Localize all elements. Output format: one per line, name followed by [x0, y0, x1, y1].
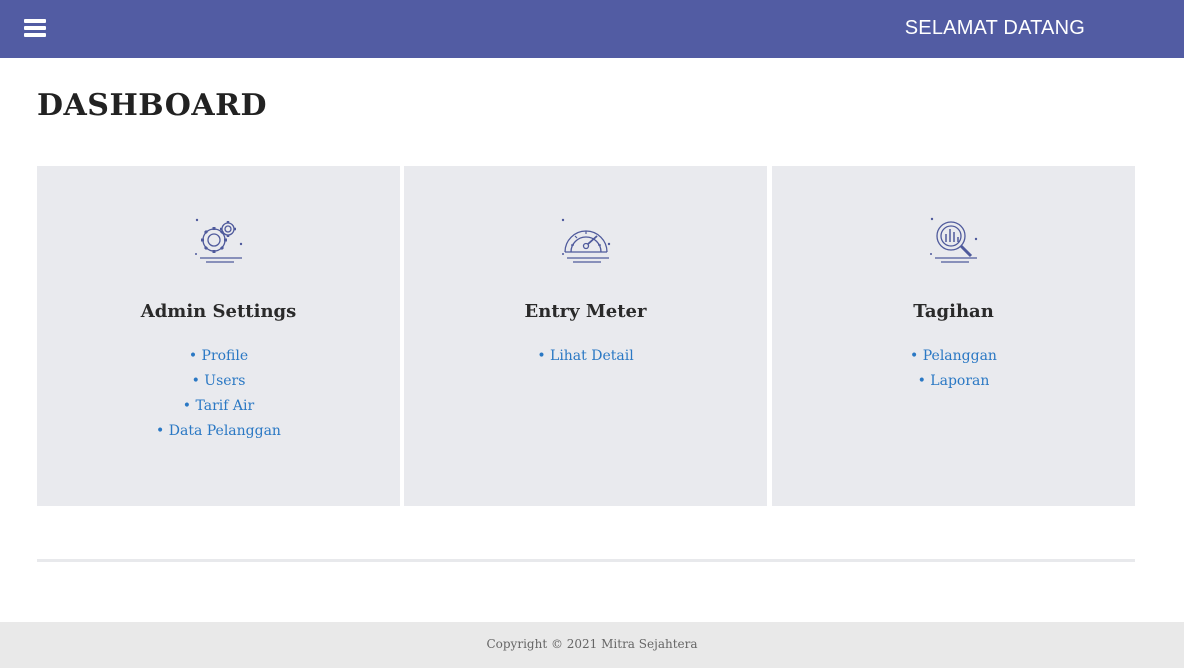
tagihan-links: • Pelanggan • Laporan — [772, 344, 1135, 394]
card-title: Admin Settings — [140, 301, 297, 322]
speedometer-icon — [561, 218, 610, 263]
page-title: DASHBOARD — [37, 88, 268, 123]
card-title: Tagihan — [913, 301, 994, 322]
admin-settings-links: • Profile • Users • Tarif Air • Data Pel… — [37, 344, 400, 444]
content-divider — [37, 559, 1135, 562]
copyright-text: Copyright © 2021 Mitra Sejahtera — [486, 637, 698, 651]
link-lihat-detail[interactable]: • Lihat Detail — [537, 348, 633, 364]
top-navbar: SELAMAT DATANG — [0, 0, 1184, 58]
footer: Copyright © 2021 Mitra Sejahtera — [0, 622, 1184, 668]
entry-meter-card: Entry Meter • Lihat Detail — [404, 166, 767, 506]
link-users[interactable]: • Users — [192, 373, 246, 389]
welcome-text: SELAMAT DATANG — [904, 17, 1085, 39]
link-data-pelanggan[interactable]: • Data Pelanggan — [156, 423, 281, 439]
chart-magnifier-icon — [929, 217, 977, 263]
tagihan-card: Tagihan • Pelanggan • Laporan — [772, 166, 1135, 506]
link-profile[interactable]: • Profile — [189, 348, 248, 364]
card-title: Entry Meter — [524, 301, 647, 322]
link-tarif-air[interactable]: • Tarif Air — [183, 398, 254, 414]
gears-icon — [194, 218, 242, 263]
admin-settings-card: Admin Settings • Profile • Users • Tarif… — [37, 166, 400, 506]
link-laporan[interactable]: • Laporan — [918, 373, 990, 389]
hamburger-menu-icon[interactable] — [24, 17, 46, 39]
entry-meter-links: • Lihat Detail — [404, 344, 767, 369]
link-pelanggan[interactable]: • Pelanggan — [910, 348, 997, 364]
